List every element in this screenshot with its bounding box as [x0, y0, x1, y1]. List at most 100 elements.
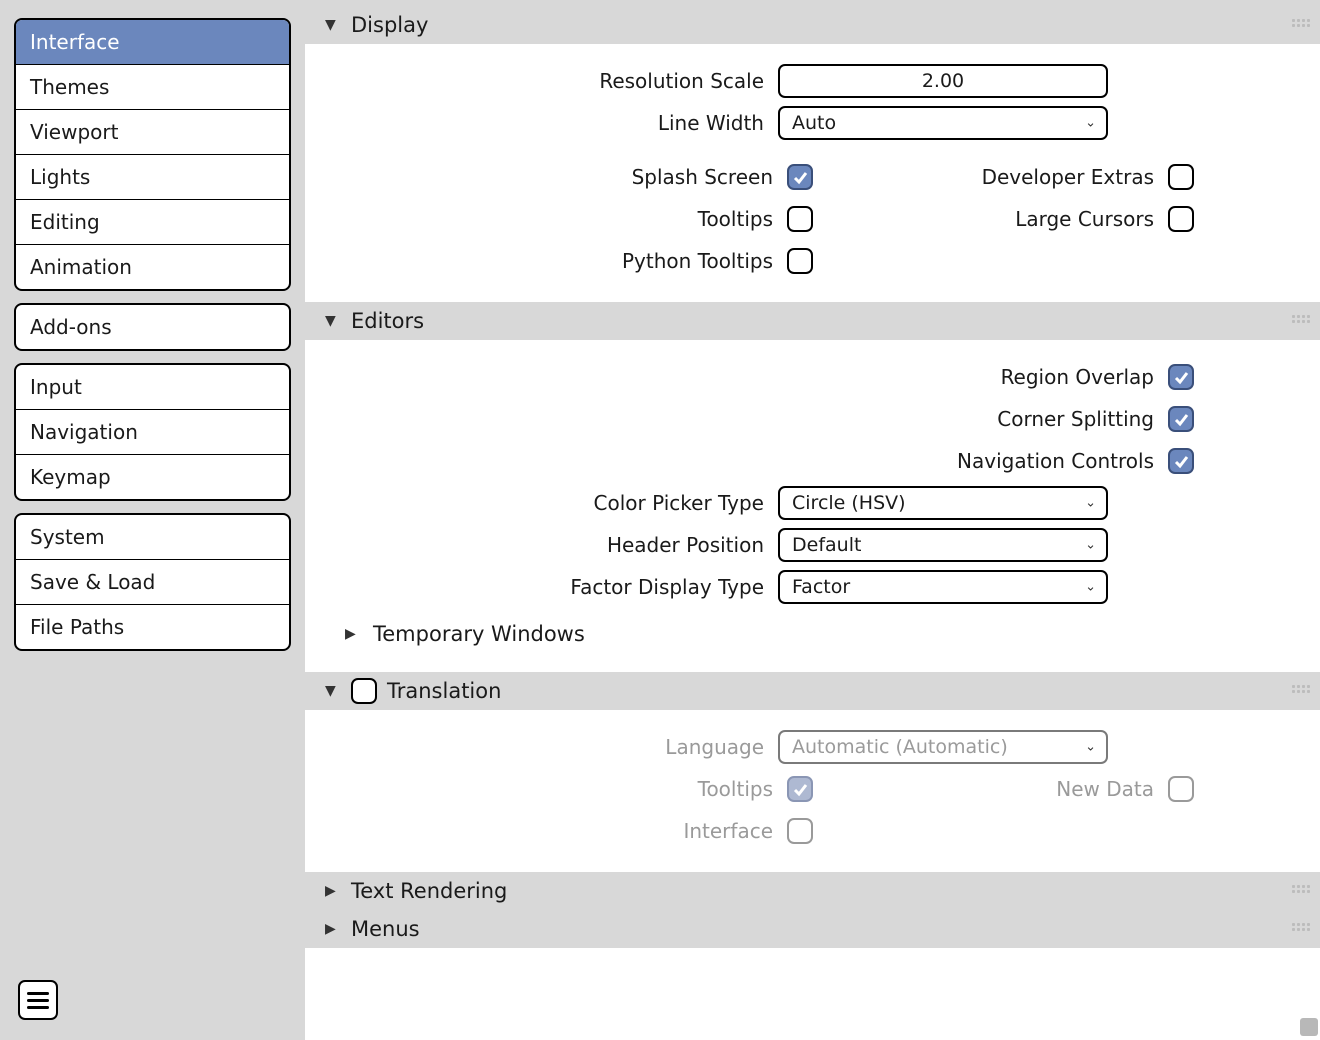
label-color-picker-type: Color Picker Type — [323, 491, 778, 515]
checkbox-large-cursors[interactable] — [1168, 206, 1194, 232]
sidebar-item-animation[interactable]: Animation — [16, 245, 289, 289]
sidebar-item-system[interactable]: System — [16, 515, 289, 560]
section-header-menus[interactable]: ▶ Menus — [305, 910, 1320, 948]
row-navigation-controls: Navigation Controls — [323, 440, 1302, 482]
label-splash-screen: Splash Screen — [632, 165, 773, 189]
section-title: Editors — [351, 309, 424, 333]
chevron-down-icon: ⌄ — [1085, 538, 1096, 553]
row-region-overlap: Region Overlap — [323, 356, 1302, 398]
resolution-scale-value: 2.00 — [922, 70, 964, 92]
checkbox-python-tooltips[interactable] — [787, 248, 813, 274]
checkbox-developer-extras[interactable] — [1168, 164, 1194, 190]
sidebar-group-0: Interface Themes Viewport Lights Editing… — [14, 18, 291, 291]
checkbox-corner-splitting[interactable] — [1168, 406, 1194, 432]
disclosure-down-icon: ▼ — [325, 683, 341, 699]
row-header-position: Header Position Default ⌄ — [323, 524, 1302, 566]
drag-grip-icon[interactable] — [1292, 685, 1312, 697]
checkbox-splash-screen[interactable] — [787, 164, 813, 190]
preferences-menu-button[interactable] — [18, 980, 58, 1020]
section-header-editors[interactable]: ▼ Editors — [305, 302, 1320, 340]
sidebar-item-file-paths[interactable]: File Paths — [16, 605, 289, 649]
preferences-sidebar: Interface Themes Viewport Lights Editing… — [0, 0, 305, 1040]
row-tooltips: Tooltips Large Cursors — [323, 198, 1302, 240]
line-width-select[interactable]: Auto ⌄ — [778, 106, 1108, 140]
row-factor-display-type: Factor Display Type Factor ⌄ — [323, 566, 1302, 608]
sidebar-item-addons[interactable]: Add-ons — [16, 305, 289, 349]
label-corner-splitting: Corner Splitting — [997, 407, 1154, 431]
label-tooltips: Tooltips — [698, 207, 773, 231]
section-title: Text Rendering — [351, 879, 507, 903]
row-corner-splitting: Corner Splitting — [323, 398, 1302, 440]
chevron-down-icon: ⌄ — [1085, 116, 1096, 131]
checkbox-translation-interface — [787, 818, 813, 844]
row-translation-interface: Interface — [323, 810, 1302, 852]
hamburger-icon-bar — [27, 1006, 49, 1009]
row-language: Language Automatic (Automatic) ⌄ — [323, 726, 1302, 768]
sidebar-item-editing[interactable]: Editing — [16, 200, 289, 245]
section-title: Display — [351, 13, 428, 37]
subsection-temporary-windows[interactable]: ▶ Temporary Windows — [323, 608, 1302, 652]
label-language: Language — [323, 735, 778, 759]
chevron-down-icon: ⌄ — [1085, 496, 1096, 511]
color-picker-type-value: Circle (HSV) — [792, 492, 906, 514]
drag-grip-icon[interactable] — [1292, 885, 1312, 897]
row-python-tooltips: Python Tooltips — [323, 240, 1302, 282]
sidebar-item-themes[interactable]: Themes — [16, 65, 289, 110]
language-value: Automatic (Automatic) — [792, 736, 1008, 758]
disclosure-down-icon: ▼ — [325, 17, 341, 33]
row-color-picker-type: Color Picker Type Circle (HSV) ⌄ — [323, 482, 1302, 524]
chevron-down-icon: ⌄ — [1085, 580, 1096, 595]
hamburger-icon-bar — [27, 999, 49, 1002]
language-select: Automatic (Automatic) ⌄ — [778, 730, 1108, 764]
drag-grip-icon[interactable] — [1292, 923, 1312, 935]
label-header-position: Header Position — [323, 533, 778, 557]
drag-grip-icon[interactable] — [1292, 315, 1312, 327]
row-resolution-scale: Resolution Scale 2.00 — [323, 60, 1302, 102]
section-header-translation[interactable]: ▼ Translation — [305, 672, 1320, 710]
section-header-display[interactable]: ▼ Display — [305, 6, 1320, 44]
sidebar-group-3: System Save & Load File Paths — [14, 513, 291, 651]
sidebar-item-navigation[interactable]: Navigation — [16, 410, 289, 455]
section-title: Translation — [387, 679, 501, 703]
disclosure-right-icon: ▶ — [345, 626, 361, 642]
label-translation-interface: Interface — [683, 819, 773, 843]
sidebar-item-interface[interactable]: Interface — [16, 20, 289, 65]
resolution-scale-input[interactable]: 2.00 — [778, 64, 1108, 98]
checkbox-tooltips[interactable] — [787, 206, 813, 232]
subsection-title: Temporary Windows — [373, 622, 585, 646]
disclosure-right-icon: ▶ — [325, 921, 341, 937]
label-large-cursors: Large Cursors — [1015, 207, 1154, 231]
row-line-width: Line Width Auto ⌄ — [323, 102, 1302, 144]
sidebar-group-1: Add-ons — [14, 303, 291, 351]
preferences-content: ▼ Display Resolution Scale 2.00 Line Wid… — [305, 0, 1320, 1040]
factor-display-type-select[interactable]: Factor ⌄ — [778, 570, 1108, 604]
checkbox-navigation-controls[interactable] — [1168, 448, 1194, 474]
header-position-select[interactable]: Default ⌄ — [778, 528, 1108, 562]
section-title: Menus — [351, 917, 420, 941]
sidebar-item-keymap[interactable]: Keymap — [16, 455, 289, 499]
section-header-text-rendering[interactable]: ▶ Text Rendering — [305, 872, 1320, 910]
chevron-down-icon: ⌄ — [1085, 740, 1096, 755]
disclosure-down-icon: ▼ — [325, 313, 341, 329]
label-python-tooltips: Python Tooltips — [622, 249, 773, 273]
label-resolution-scale: Resolution Scale — [323, 69, 778, 93]
hamburger-icon-bar — [27, 992, 49, 995]
label-new-data: New Data — [1056, 777, 1154, 801]
label-region-overlap: Region Overlap — [1001, 365, 1154, 389]
color-picker-type-select[interactable]: Circle (HSV) ⌄ — [778, 486, 1108, 520]
checkbox-new-data — [1168, 776, 1194, 802]
section-body-display: Resolution Scale 2.00 Line Width Auto ⌄ — [305, 44, 1320, 302]
label-translation-tooltips: Tooltips — [698, 777, 773, 801]
sidebar-item-save-load[interactable]: Save & Load — [16, 560, 289, 605]
sidebar-item-input[interactable]: Input — [16, 365, 289, 410]
checkbox-translation-tooltips — [787, 776, 813, 802]
sidebar-item-lights[interactable]: Lights — [16, 155, 289, 200]
drag-grip-icon[interactable] — [1292, 19, 1312, 31]
checkbox-translation-enable[interactable] — [351, 678, 377, 704]
sidebar-group-2: Input Navigation Keymap — [14, 363, 291, 501]
sidebar-item-viewport[interactable]: Viewport — [16, 110, 289, 155]
checkbox-region-overlap[interactable] — [1168, 364, 1194, 390]
section-body-translation: Language Automatic (Automatic) ⌄ Tooltip… — [305, 710, 1320, 872]
scrollbar-thumb[interactable] — [1300, 1018, 1318, 1036]
factor-display-type-value: Factor — [792, 576, 850, 598]
